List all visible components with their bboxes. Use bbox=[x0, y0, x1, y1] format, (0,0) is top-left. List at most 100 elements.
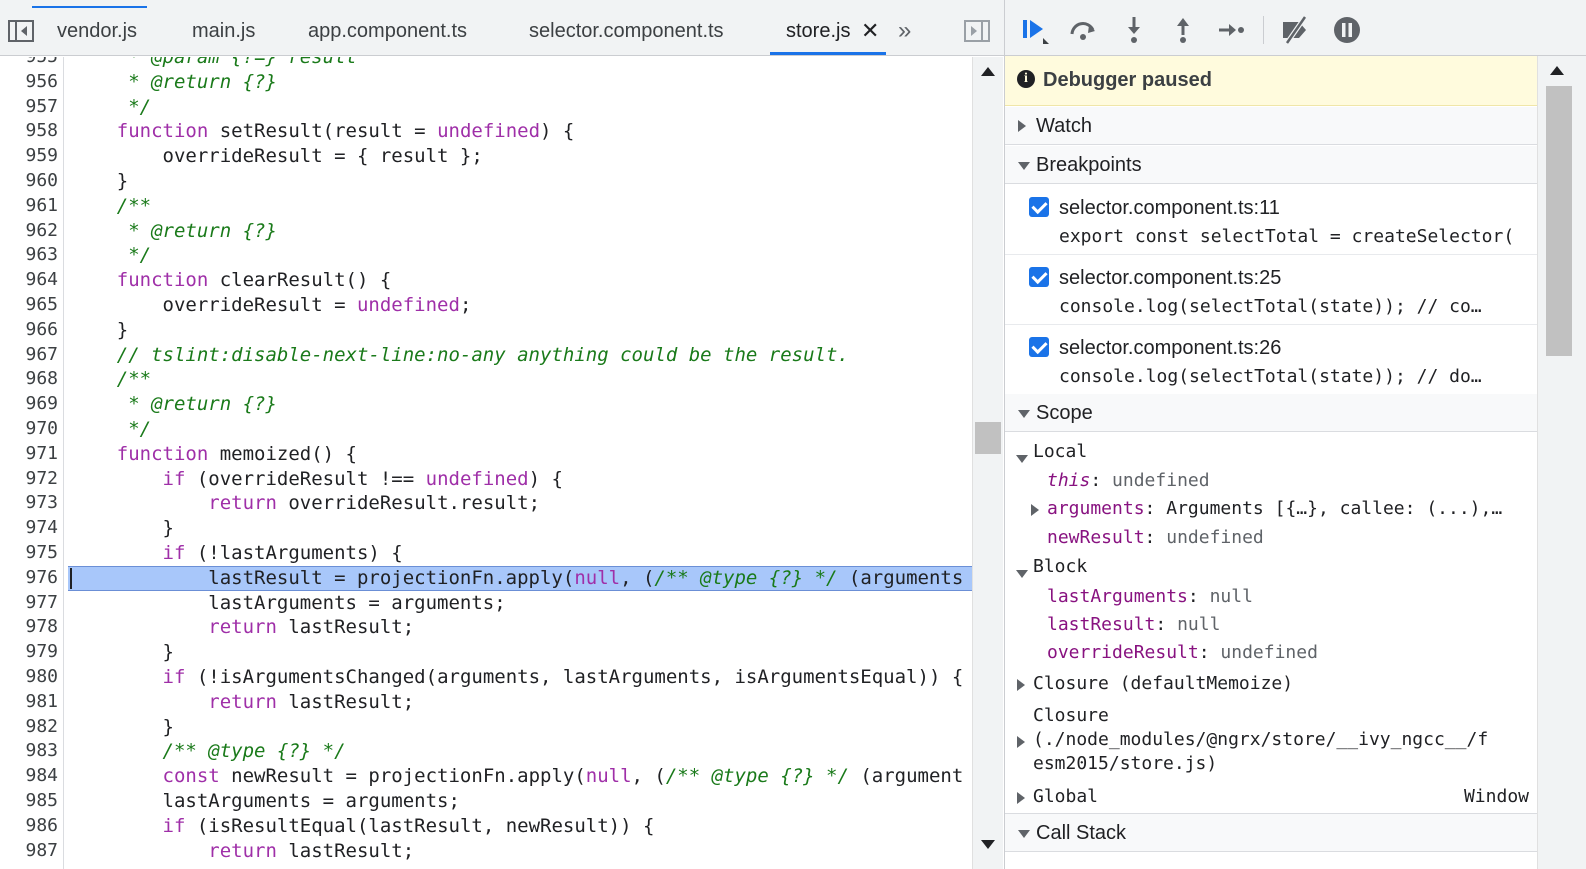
tab-vendor-js[interactable]: vendor.js bbox=[57, 20, 137, 43]
code-text[interactable]: } bbox=[71, 169, 128, 194]
more-tabs-icon[interactable]: » bbox=[898, 17, 911, 45]
code-line[interactable]: 981 return lastResult; bbox=[0, 690, 972, 715]
code-text[interactable]: } bbox=[71, 640, 174, 665]
line-number[interactable]: 978 bbox=[0, 615, 58, 640]
line-number[interactable]: 974 bbox=[0, 516, 58, 541]
code-line[interactable]: 968 /** bbox=[0, 367, 972, 392]
line-number[interactable]: 959 bbox=[0, 144, 58, 169]
code-line[interactable]: 987 return lastResult; bbox=[0, 839, 972, 864]
code-line[interactable]: 975 if (!lastArguments) { bbox=[0, 541, 972, 566]
line-number[interactable]: 962 bbox=[0, 219, 58, 244]
tab-selector-component-ts[interactable]: selector.component.ts bbox=[529, 20, 724, 43]
editor-scrollbar[interactable] bbox=[972, 57, 1003, 869]
line-number[interactable]: 984 bbox=[0, 764, 58, 789]
close-tab-icon[interactable]: ✕ bbox=[861, 18, 879, 44]
code-text[interactable]: // tslint:disable-next-line:no-any anyth… bbox=[71, 343, 849, 368]
scroll-up-icon[interactable] bbox=[1550, 66, 1564, 75]
line-number[interactable]: 980 bbox=[0, 665, 58, 690]
code-line[interactable]: 969 * @return {?} bbox=[0, 392, 972, 417]
line-number[interactable]: 973 bbox=[0, 491, 58, 516]
line-number[interactable]: 970 bbox=[0, 417, 58, 442]
code-line[interactable]: 963 */ bbox=[0, 243, 972, 268]
breakpoint-location[interactable]: selector.component.ts:25 bbox=[1059, 267, 1281, 290]
toggle-navigator-icon[interactable] bbox=[8, 20, 34, 42]
code-line[interactable]: 959 overrideResult = { result }; bbox=[0, 144, 972, 169]
deactivate-breakpoints-icon[interactable] bbox=[1279, 14, 1311, 46]
scope-section-header[interactable]: Scope bbox=[1005, 394, 1537, 432]
code-line[interactable]: 973 return overrideResult.result; bbox=[0, 491, 972, 516]
watch-section-header[interactable]: Watch bbox=[1005, 107, 1537, 145]
line-number[interactable]: 982 bbox=[0, 715, 58, 740]
code-text[interactable]: return overrideResult.result; bbox=[71, 491, 540, 516]
line-number[interactable]: 968 bbox=[0, 367, 58, 392]
code-line[interactable]: 983 /** @type {?} */ bbox=[0, 739, 972, 764]
code-text[interactable]: /** bbox=[71, 367, 151, 392]
scroll-down-icon[interactable] bbox=[981, 840, 995, 849]
scroll-up-icon[interactable] bbox=[981, 67, 995, 76]
code-text[interactable]: function memoized() { bbox=[71, 442, 357, 467]
code-text[interactable]: */ bbox=[71, 417, 151, 442]
breakpoint-source[interactable]: console.log(selectTotal(state)); // co… bbox=[1059, 296, 1529, 317]
code-text[interactable]: } bbox=[71, 715, 174, 740]
code-text[interactable]: if (isResultEqual(lastResult, newResult)… bbox=[71, 814, 655, 839]
code-line[interactable]: 971 function memoized() { bbox=[0, 442, 972, 467]
breakpoint-location[interactable]: selector.component.ts:11 bbox=[1059, 197, 1280, 220]
breakpoint-location[interactable]: selector.component.ts:26 bbox=[1059, 337, 1281, 360]
line-number[interactable]: 955 bbox=[0, 57, 58, 70]
code-line[interactable]: 962 * @return {?} bbox=[0, 219, 972, 244]
step-icon[interactable] bbox=[1215, 14, 1247, 46]
code-line[interactable]: 972 if (overrideResult !== undefined) { bbox=[0, 467, 972, 492]
scope-var-lastArguments[interactable]: lastArguments: null bbox=[1005, 584, 1537, 612]
code-text[interactable]: if (!isArgumentsChanged(arguments, lastA… bbox=[71, 665, 964, 690]
code-text[interactable]: overrideResult = undefined; bbox=[71, 293, 472, 318]
code-line[interactable]: 960 } bbox=[0, 169, 972, 194]
tab-store-js[interactable]: store.js bbox=[786, 20, 850, 43]
line-number[interactable]: 966 bbox=[0, 318, 58, 343]
step-into-icon[interactable] bbox=[1118, 14, 1150, 46]
tab-main-js[interactable]: main.js bbox=[192, 20, 255, 43]
code-line[interactable]: 957 */ bbox=[0, 95, 972, 120]
breakpoint-checkbox[interactable] bbox=[1029, 267, 1049, 287]
line-number[interactable]: 967 bbox=[0, 343, 58, 368]
scope-local-header[interactable]: Local bbox=[1005, 439, 1537, 467]
line-number[interactable]: 957 bbox=[0, 95, 58, 120]
code-line[interactable]: 980 if (!isArgumentsChanged(arguments, l… bbox=[0, 665, 972, 690]
code-line[interactable]: 986 if (isResultEqual(lastResult, newRes… bbox=[0, 814, 972, 839]
code-line[interactable]: 965 overrideResult = undefined; bbox=[0, 293, 972, 318]
code-line[interactable]: 956 * @return {?} bbox=[0, 70, 972, 95]
scope-block-header[interactable]: Block bbox=[1005, 554, 1537, 582]
debugger-scrollbar[interactable] bbox=[1537, 56, 1586, 869]
code-line[interactable]: 984 const newResult = projectionFn.apply… bbox=[0, 764, 972, 789]
editor-scroll-thumb[interactable] bbox=[975, 422, 1001, 454]
line-number[interactable]: 976 bbox=[0, 566, 58, 591]
code-line[interactable]: 964 function clearResult() { bbox=[0, 268, 972, 293]
scope-var-this[interactable]: this: undefined bbox=[1005, 468, 1537, 496]
scope-var-overrideResult[interactable]: overrideResult: undefined bbox=[1005, 640, 1537, 668]
breakpoint-source[interactable]: export const selectTotal = createSelecto… bbox=[1059, 226, 1529, 247]
line-number[interactable]: 986 bbox=[0, 814, 58, 839]
line-number[interactable]: 983 bbox=[0, 739, 58, 764]
code-text[interactable]: const newResult = projectionFn.apply(nul… bbox=[71, 764, 964, 789]
breakpoint-checkbox[interactable] bbox=[1029, 337, 1049, 357]
step-out-icon[interactable] bbox=[1167, 14, 1199, 46]
code-text[interactable]: if (!lastArguments) { bbox=[71, 541, 403, 566]
line-number[interactable]: 977 bbox=[0, 591, 58, 616]
code-editor[interactable]: 955 * @param {?=} result956 * @return {?… bbox=[0, 57, 972, 869]
line-number[interactable]: 961 bbox=[0, 194, 58, 219]
scope-var-arguments[interactable]: arguments: Arguments [{…}, callee: (...)… bbox=[1005, 496, 1537, 524]
code-text[interactable]: function setResult(result = undefined) { bbox=[71, 119, 575, 144]
code-text[interactable]: */ bbox=[71, 95, 151, 120]
scope-var-newResult[interactable]: newResult: undefined bbox=[1005, 525, 1537, 553]
tab-app-component-ts[interactable]: app.component.ts bbox=[308, 20, 467, 43]
breakpoint-source[interactable]: console.log(selectTotal(state)); // do… bbox=[1059, 366, 1529, 387]
breakpoint-item[interactable]: selector.component.ts:26 console.log(sel… bbox=[1005, 325, 1537, 395]
code-line[interactable]: 979 } bbox=[0, 640, 972, 665]
scope-var-lastResult[interactable]: lastResult: null bbox=[1005, 612, 1537, 640]
code-text[interactable]: overrideResult = { result }; bbox=[71, 144, 483, 169]
line-number[interactable]: 965 bbox=[0, 293, 58, 318]
debugger-scroll-thumb[interactable] bbox=[1546, 86, 1572, 356]
line-number[interactable]: 981 bbox=[0, 690, 58, 715]
resume-icon[interactable] bbox=[1019, 14, 1051, 46]
code-line[interactable]: 977 lastArguments = arguments; bbox=[0, 591, 972, 616]
code-line[interactable]: 974 } bbox=[0, 516, 972, 541]
